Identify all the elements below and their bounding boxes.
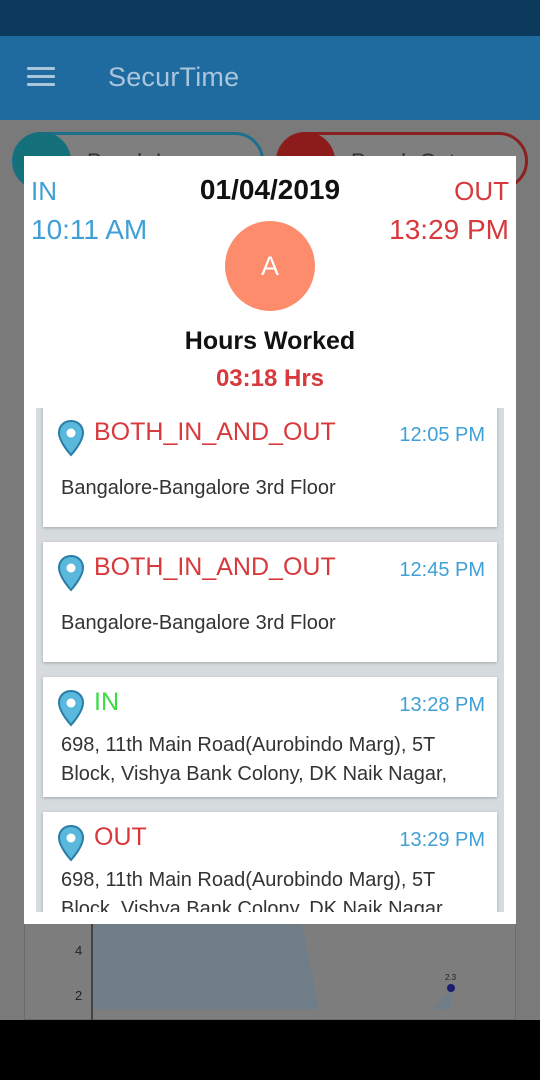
chart-area-series-2 bbox=[433, 991, 451, 1009]
entry-type: IN bbox=[94, 688, 119, 716]
out-label: OUT bbox=[454, 176, 509, 206]
location-entry-card[interactable]: IN 13:28 PM 698, 11th Main Road(Aurobind… bbox=[43, 677, 497, 797]
hours-worked-label: Hours Worked bbox=[184, 327, 356, 355]
chart-point bbox=[447, 984, 455, 992]
dialog-date: 01/04/2019 bbox=[199, 174, 341, 205]
entry-address: Bangalore-Bangalore 3rd Floor bbox=[61, 612, 336, 634]
app-bar: SecurTime bbox=[0, 36, 540, 120]
entry-time: 13:28 PM bbox=[399, 694, 485, 716]
entry-time: 13:29 PM bbox=[399, 829, 485, 851]
entry-address: Bangalore-Bangalore 3rd Floor bbox=[61, 477, 336, 499]
location-pin-icon bbox=[57, 824, 85, 862]
location-entry-card[interactable]: BOTH_IN_AND_OUT 12:45 PM Bangalore-Banga… bbox=[43, 542, 497, 662]
entry-time: 12:45 PM bbox=[399, 559, 485, 581]
app-title: SecurTime bbox=[108, 62, 240, 92]
location-pin-icon bbox=[57, 419, 85, 457]
entry-address: 698, 11th Main Road(Aurobindo Marg), 5T … bbox=[61, 734, 448, 785]
chart-point-label: 2.3 bbox=[445, 973, 457, 982]
chart-tick-label: 4 bbox=[75, 943, 83, 958]
system-nav-bar bbox=[0, 1020, 540, 1080]
location-pin-icon bbox=[57, 689, 85, 727]
attendance-detail-dialog: IN 10:11 AM 01/04/2019 OUT 13:29 PM A Ho… bbox=[24, 156, 516, 924]
hamburger-menu-icon[interactable] bbox=[27, 67, 57, 89]
entry-type: BOTH_IN_AND_OUT bbox=[94, 418, 336, 446]
entry-type: BOTH_IN_AND_OUT bbox=[94, 553, 336, 581]
avatar: A bbox=[225, 221, 315, 311]
entry-time: 12:05 PM bbox=[399, 424, 485, 446]
in-time: 10:11 AM bbox=[31, 214, 148, 245]
status-bar bbox=[0, 0, 540, 36]
entry-address: 698, 11th Main Road(Aurobindo Marg), 5T … bbox=[61, 869, 448, 912]
location-entry-card[interactable]: BOTH_IN_AND_OUT 12:05 PM Bangalore-Banga… bbox=[43, 408, 497, 527]
location-entry-list[interactable]: BOTH_IN_AND_OUT 12:05 PM Bangalore-Banga… bbox=[36, 408, 504, 912]
hours-worked-value: 03:18 Hrs bbox=[215, 365, 325, 392]
out-time: 13:29 PM bbox=[389, 214, 509, 245]
location-entry-card[interactable]: OUT 13:29 PM 698, 11th Main Road(Aurobin… bbox=[43, 812, 497, 912]
entry-type: OUT bbox=[94, 823, 147, 851]
location-pin-icon bbox=[57, 554, 85, 592]
chart-tick-label: 2 bbox=[75, 988, 83, 1003]
